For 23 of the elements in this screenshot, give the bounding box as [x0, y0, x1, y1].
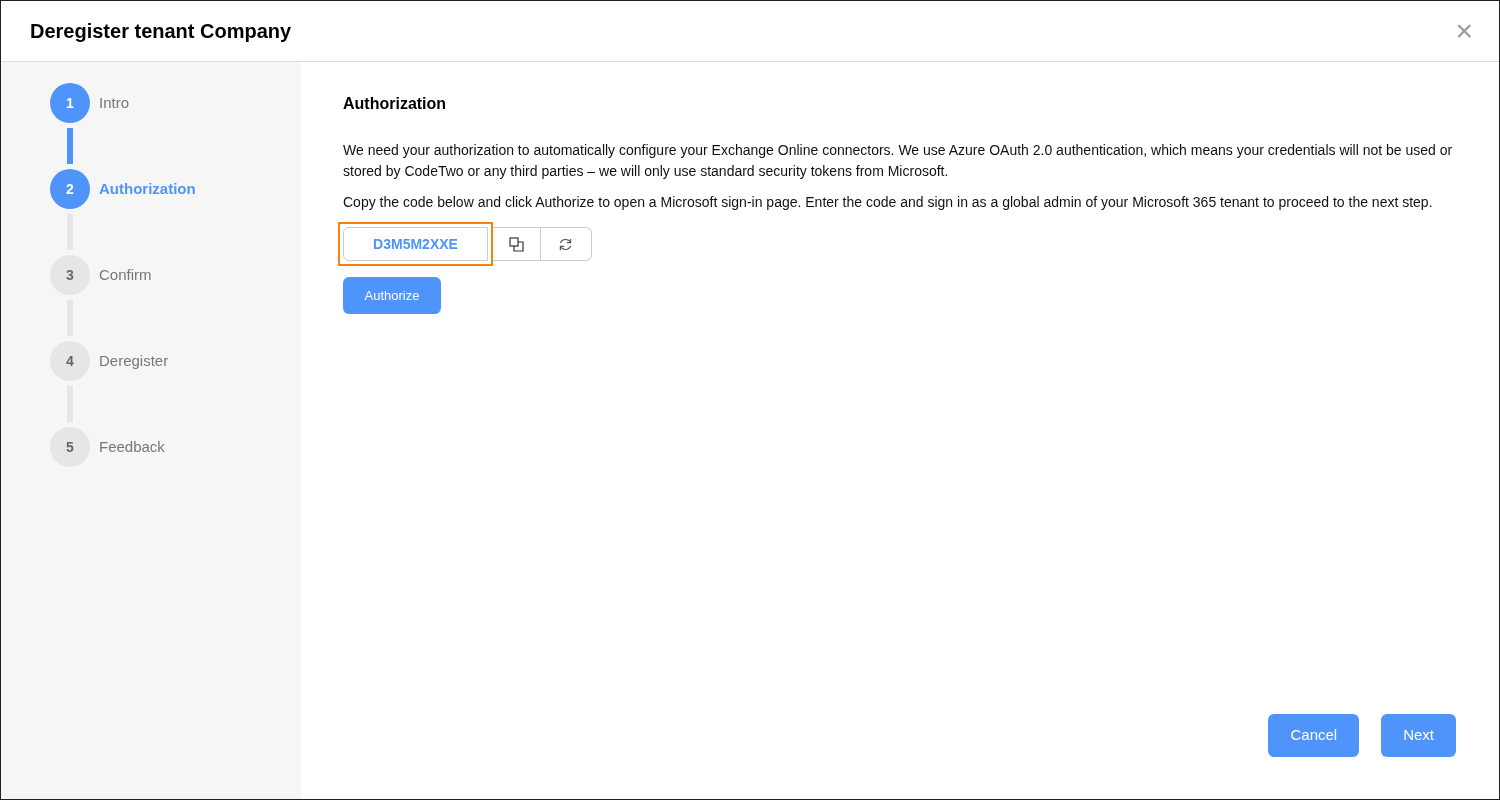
step-label[interactable]: Authorization — [99, 177, 196, 201]
step-number: 2 — [50, 169, 90, 209]
step-label[interactable]: Feedback — [99, 435, 165, 459]
description-text: We need your authorization to automatically configure your Exchange Online connectors. We use Azure OAuth 2.0 authentication, which means your credentials will not be used or stored by CodeTwo or any third parties – we will only use standard security tokens from Microsoft. — [343, 141, 1454, 182]
section-heading: Authorization — [343, 94, 448, 114]
copy-button[interactable] — [493, 227, 541, 262]
dialog-title: Deregister tenant Company — [30, 19, 292, 43]
step-number: 5 — [50, 427, 90, 467]
refresh-button[interactable] — [540, 227, 592, 262]
copy-icon — [508, 236, 524, 252]
refresh-icon — [558, 236, 574, 252]
close-button[interactable]: × — [1455, 16, 1473, 46]
step-label[interactable]: Intro — [99, 91, 129, 115]
cancel-button[interactable]: Cancel — [1268, 714, 1360, 757]
step-label[interactable]: Deregister — [99, 349, 169, 373]
code-field[interactable]: D3M5M2XXE — [343, 227, 488, 262]
step-number: 4 — [50, 341, 90, 381]
step-number: 3 — [50, 255, 90, 295]
authorize-button[interactable]: Authorize — [343, 277, 441, 315]
step-number: 1 — [50, 83, 90, 123]
step-label[interactable]: Confirm — [99, 263, 152, 287]
description-text: Copy the code below and click Authorize to open a Microsoft sign-in page. Enter the code and sign in as a global admin of your Microsoft 365 tenant to proceed to the next step. — [343, 193, 1434, 213]
next-button[interactable]: Next — [1381, 714, 1456, 757]
